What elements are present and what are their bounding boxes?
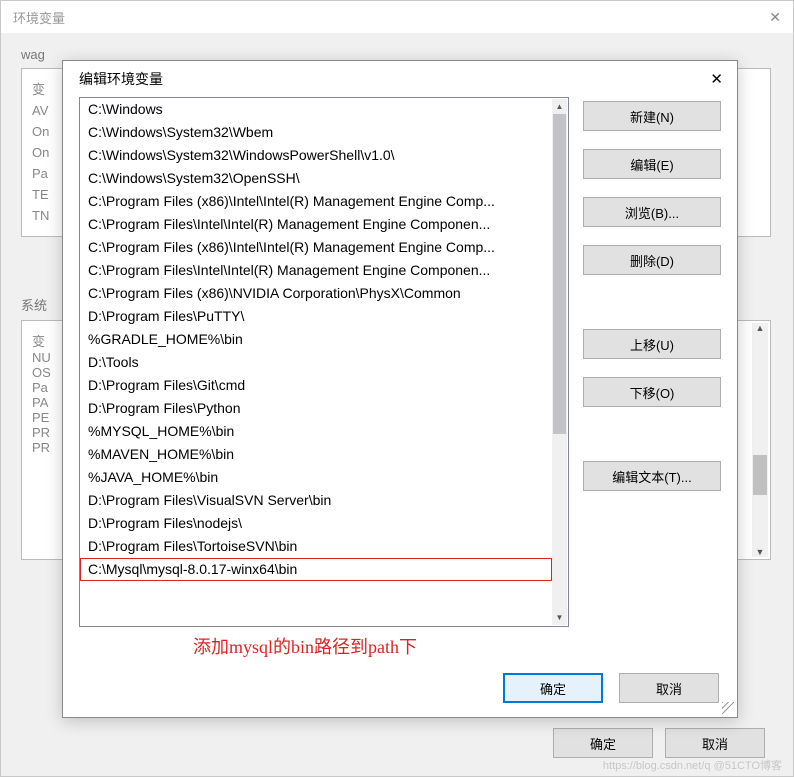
new-button[interactable]: 新建(N): [583, 101, 721, 131]
scroll-down-icon[interactable]: ▼: [552, 610, 567, 625]
list-item[interactable]: C:\Windows\System32\WindowsPowerShell\v1…: [80, 144, 552, 167]
list-item[interactable]: D:\Program Files\PuTTY\: [80, 305, 552, 328]
list-item[interactable]: D:\Program Files\Python: [80, 397, 552, 420]
scrollbar-track[interactable]: [552, 114, 567, 610]
move-down-button[interactable]: 下移(O): [583, 377, 721, 407]
edit-text-button[interactable]: 编辑文本(T)...: [583, 461, 721, 491]
parent-title: 环境变量: [13, 8, 65, 27]
cancel-button[interactable]: 取消: [619, 673, 719, 703]
list-item[interactable]: C:\Windows\System32\OpenSSH\: [80, 167, 552, 190]
list-item[interactable]: %GRADLE_HOME%\bin: [80, 328, 552, 351]
modal-body: C:\WindowsC:\Windows\System32\WbemC:\Win…: [63, 97, 737, 627]
edit-env-variable-dialog: 编辑环境变量 ✕ C:\WindowsC:\Windows\System32\W…: [62, 60, 738, 718]
annotation-text: 添加mysql的bin路径到path下: [63, 627, 737, 659]
list-item[interactable]: %MAVEN_HOME%\bin: [80, 443, 552, 466]
list-item[interactable]: D:\Tools: [80, 351, 552, 374]
ok-button[interactable]: 确定: [503, 673, 603, 703]
scrollbar[interactable]: ▲ ▼: [752, 323, 768, 557]
list-item[interactable]: %JAVA_HOME%\bin: [80, 466, 552, 489]
parent-button-row: 确定 取消: [553, 728, 765, 758]
list-item[interactable]: C:\Program Files\Intel\Intel(R) Manageme…: [80, 259, 552, 282]
list-item[interactable]: %MYSQL_HOME%\bin: [80, 420, 552, 443]
scroll-down-icon[interactable]: ▼: [756, 547, 765, 557]
close-icon[interactable]: ✕: [769, 9, 781, 26]
move-up-button[interactable]: 上移(U): [583, 329, 721, 359]
modal-title: 编辑环境变量: [79, 69, 163, 89]
list-item[interactable]: D:\Program Files\Git\cmd: [80, 374, 552, 397]
scroll-up-icon[interactable]: ▲: [552, 99, 567, 114]
path-listbox[interactable]: C:\WindowsC:\Windows\System32\WbemC:\Win…: [79, 97, 569, 627]
list-item[interactable]: C:\Program Files (x86)\Intel\Intel(R) Ma…: [80, 190, 552, 213]
edit-button[interactable]: 编辑(E): [583, 149, 721, 179]
parent-titlebar: 环境变量 ✕: [1, 1, 793, 33]
modal-titlebar: 编辑环境变量 ✕: [63, 61, 737, 97]
modal-footer: 确定 取消: [63, 659, 737, 717]
list-item[interactable]: C:\Program Files (x86)\NVIDIA Corporatio…: [80, 282, 552, 305]
cancel-button[interactable]: 取消: [665, 728, 765, 758]
list-item[interactable]: C:\Mysql\mysql-8.0.17-winx64\bin: [80, 558, 552, 581]
browse-button[interactable]: 浏览(B)...: [583, 197, 721, 227]
resize-grip-icon[interactable]: [720, 700, 734, 714]
delete-button[interactable]: 删除(D): [583, 245, 721, 275]
list-item[interactable]: C:\Program Files\Intel\Intel(R) Manageme…: [80, 213, 552, 236]
ok-button[interactable]: 确定: [553, 728, 653, 758]
list-item[interactable]: C:\Program Files (x86)\Intel\Intel(R) Ma…: [80, 236, 552, 259]
list-item[interactable]: C:\Windows: [80, 98, 552, 121]
scroll-up-icon[interactable]: ▲: [756, 323, 765, 333]
close-icon[interactable]: ✕: [710, 70, 723, 88]
scrollbar-thumb[interactable]: [753, 455, 767, 495]
side-button-column: 新建(N) 编辑(E) 浏览(B)... 删除(D) 上移(U) 下移(O) 编…: [583, 97, 721, 627]
list-item[interactable]: D:\Program Files\VisualSVN Server\bin: [80, 489, 552, 512]
list-item[interactable]: D:\Program Files\nodejs\: [80, 512, 552, 535]
list-item[interactable]: D:\Program Files\TortoiseSVN\bin: [80, 535, 552, 558]
scrollbar-thumb[interactable]: [553, 114, 566, 434]
scrollbar[interactable]: ▲ ▼: [552, 99, 567, 625]
list-item[interactable]: C:\Windows\System32\Wbem: [80, 121, 552, 144]
